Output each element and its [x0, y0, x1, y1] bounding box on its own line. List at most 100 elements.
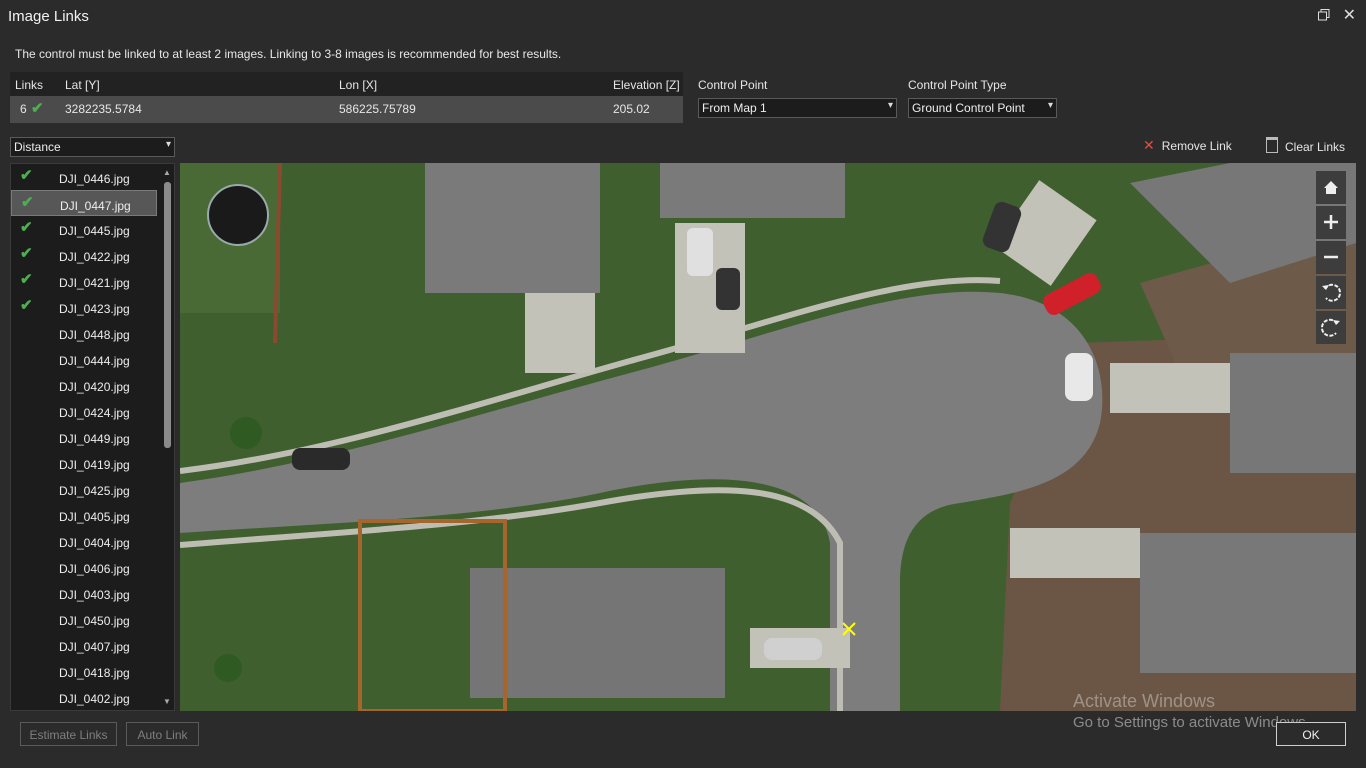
links-table-row[interactable]: 6 ✔ 3282235.5784 586225.75789 205.02: [10, 96, 683, 123]
header-lat[interactable]: Lat [Y]: [65, 78, 100, 92]
close-window-button[interactable]: ✕: [1343, 5, 1356, 25]
image-filename: DJI_0405.jpg: [59, 510, 130, 524]
image-list-item[interactable]: ✔ DJI_0423.jpg: [11, 294, 157, 320]
image-list-item[interactable]: ✔ DJI_0445.jpg: [11, 216, 157, 242]
zoom-in-icon: [1324, 215, 1338, 229]
image-list[interactable]: ✔ DJI_0446.jpg ✔ DJI_0447.jpg ✔ DJI_0445.jpg ✔…: [10, 163, 175, 711]
home-button[interactable]: [1316, 171, 1346, 204]
scroll-down-icon[interactable]: ▼: [163, 697, 171, 706]
elevation-value: 205.02: [613, 102, 650, 116]
remove-link-label: Remove Link: [1161, 139, 1232, 153]
aerial-image: [180, 163, 1356, 711]
rotate-right-button[interactable]: [1316, 311, 1346, 344]
remove-link-button[interactable]: ✕ Remove Link: [1143, 137, 1232, 154]
image-filename: DJI_0422.jpg: [59, 250, 130, 264]
linked-check-icon: ✔: [21, 194, 34, 211]
image-filename: DJI_0424.jpg: [59, 406, 130, 420]
image-filename: DJI_0407.jpg: [59, 640, 130, 654]
image-list-item[interactable]: DJI_0402.jpg: [11, 684, 157, 710]
header-lon[interactable]: Lon [X]: [339, 78, 377, 92]
image-list-item[interactable]: DJI_0404.jpg: [11, 528, 157, 554]
ok-button[interactable]: OK: [1276, 722, 1346, 746]
title-bar: Image Links ✕: [0, 0, 1366, 34]
image-filename: DJI_0402.jpg: [59, 692, 130, 706]
image-filename: DJI_0425.jpg: [59, 484, 130, 498]
zoom-out-button[interactable]: [1316, 241, 1346, 274]
image-list-item[interactable]: DJI_0405.jpg: [11, 502, 157, 528]
image-filename: DJI_0406.jpg: [59, 562, 130, 576]
image-filename: DJI_0450.jpg: [59, 614, 130, 628]
sort-by-value: Distance: [14, 140, 61, 154]
window-title: Image Links: [8, 8, 89, 25]
control-point-value: From Map 1: [702, 101, 767, 115]
control-point-select[interactable]: From Map 1 ▾: [698, 98, 897, 118]
image-list-item[interactable]: ✔ DJI_0421.jpg: [11, 268, 157, 294]
image-filename: DJI_0449.jpg: [59, 432, 130, 446]
control-point-type-value: Ground Control Point: [912, 101, 1025, 115]
sort-by-select[interactable]: Distance ▾: [10, 137, 175, 157]
image-list-item[interactable]: DJI_0407.jpg: [11, 632, 157, 658]
navigation-toolbar: [1316, 171, 1346, 346]
image-list-item[interactable]: DJI_0444.jpg: [11, 346, 157, 372]
image-filename: DJI_0444.jpg: [59, 354, 130, 368]
image-list-item[interactable]: ✔ DJI_0446.jpg: [11, 164, 157, 190]
zoom-out-icon: [1324, 255, 1338, 259]
image-viewer[interactable]: [180, 163, 1356, 711]
zoom-in-button[interactable]: [1316, 206, 1346, 239]
activation-watermark-title: Activate Windows: [1073, 691, 1216, 711]
image-filename: DJI_0420.jpg: [59, 380, 130, 394]
image-list-item[interactable]: DJI_0425.jpg: [11, 476, 157, 502]
rotate-left-button[interactable]: [1316, 276, 1346, 309]
estimate-links-button[interactable]: Estimate Links: [20, 722, 117, 746]
image-filename: DJI_0403.jpg: [59, 588, 130, 602]
image-filename: DJI_0419.jpg: [59, 458, 130, 472]
restore-icon: [1318, 9, 1330, 21]
image-list-item[interactable]: DJI_0420.jpg: [11, 372, 157, 398]
image-list-item[interactable]: ✔ DJI_0447.jpg: [11, 190, 157, 216]
chevron-down-icon: ▾: [165, 139, 171, 150]
link-check-icon: ✔: [31, 100, 44, 117]
auto-link-button[interactable]: Auto Link: [126, 722, 199, 746]
clear-links-label: Clear Links: [1285, 140, 1346, 154]
chevron-down-icon: ▾: [1047, 100, 1053, 111]
image-list-scrollbar[interactable]: ▲ ▼: [163, 168, 171, 706]
rotate-right-icon: [1320, 318, 1340, 337]
image-filename: DJI_0421.jpg: [59, 276, 130, 290]
header-elevation[interactable]: Elevation [Z]: [613, 78, 680, 92]
image-filename: DJI_0418.jpg: [59, 666, 130, 680]
image-list-item[interactable]: DJI_0450.jpg: [11, 606, 157, 632]
image-list-item[interactable]: DJI_0419.jpg: [11, 450, 157, 476]
image-filename: DJI_0447.jpg: [60, 199, 131, 213]
image-list-item[interactable]: DJI_0448.jpg: [11, 320, 157, 346]
image-filename: DJI_0448.jpg: [59, 328, 130, 342]
linked-check-icon: ✔: [20, 245, 33, 262]
linked-check-icon: ✔: [20, 167, 33, 184]
scroll-up-icon[interactable]: ▲: [163, 168, 171, 177]
linked-check-icon: ✔: [20, 297, 33, 314]
linked-check-icon: ✔: [20, 219, 33, 236]
control-point-label: Control Point: [698, 78, 768, 92]
home-icon: [1324, 181, 1338, 194]
image-filename: DJI_0404.jpg: [59, 536, 130, 550]
remove-icon: ✕: [1143, 137, 1155, 153]
image-filename: DJI_0445.jpg: [59, 224, 130, 238]
clear-links-button[interactable]: Clear Links: [1266, 137, 1345, 154]
restore-window-button[interactable]: [1318, 9, 1330, 21]
image-list-item[interactable]: DJI_0406.jpg: [11, 554, 157, 580]
info-message: The control must be linked to at least 2…: [15, 47, 562, 61]
header-links[interactable]: Links: [15, 78, 43, 92]
image-list-item[interactable]: DJI_0424.jpg: [11, 398, 157, 424]
image-list-item[interactable]: DJI_0449.jpg: [11, 424, 157, 450]
links-table: Links Lat [Y] Lon [X] Elevation [Z] 6 ✔ …: [10, 72, 683, 123]
image-filename: DJI_0423.jpg: [59, 302, 130, 316]
scrollbar-thumb[interactable]: [164, 182, 171, 448]
chevron-down-icon: ▾: [887, 100, 893, 111]
image-filename: DJI_0446.jpg: [59, 172, 130, 186]
image-list-item[interactable]: DJI_0418.jpg: [11, 658, 157, 684]
image-list-item[interactable]: ✔ DJI_0422.jpg: [11, 242, 157, 268]
lon-value: 586225.75789: [339, 102, 416, 116]
activation-watermark-subtitle: Go to Settings to activate Windows.: [1073, 714, 1310, 731]
image-list-item[interactable]: DJI_0403.jpg: [11, 580, 157, 606]
links-count: 6: [20, 102, 27, 116]
control-point-type-select[interactable]: Ground Control Point ▾: [908, 98, 1057, 118]
